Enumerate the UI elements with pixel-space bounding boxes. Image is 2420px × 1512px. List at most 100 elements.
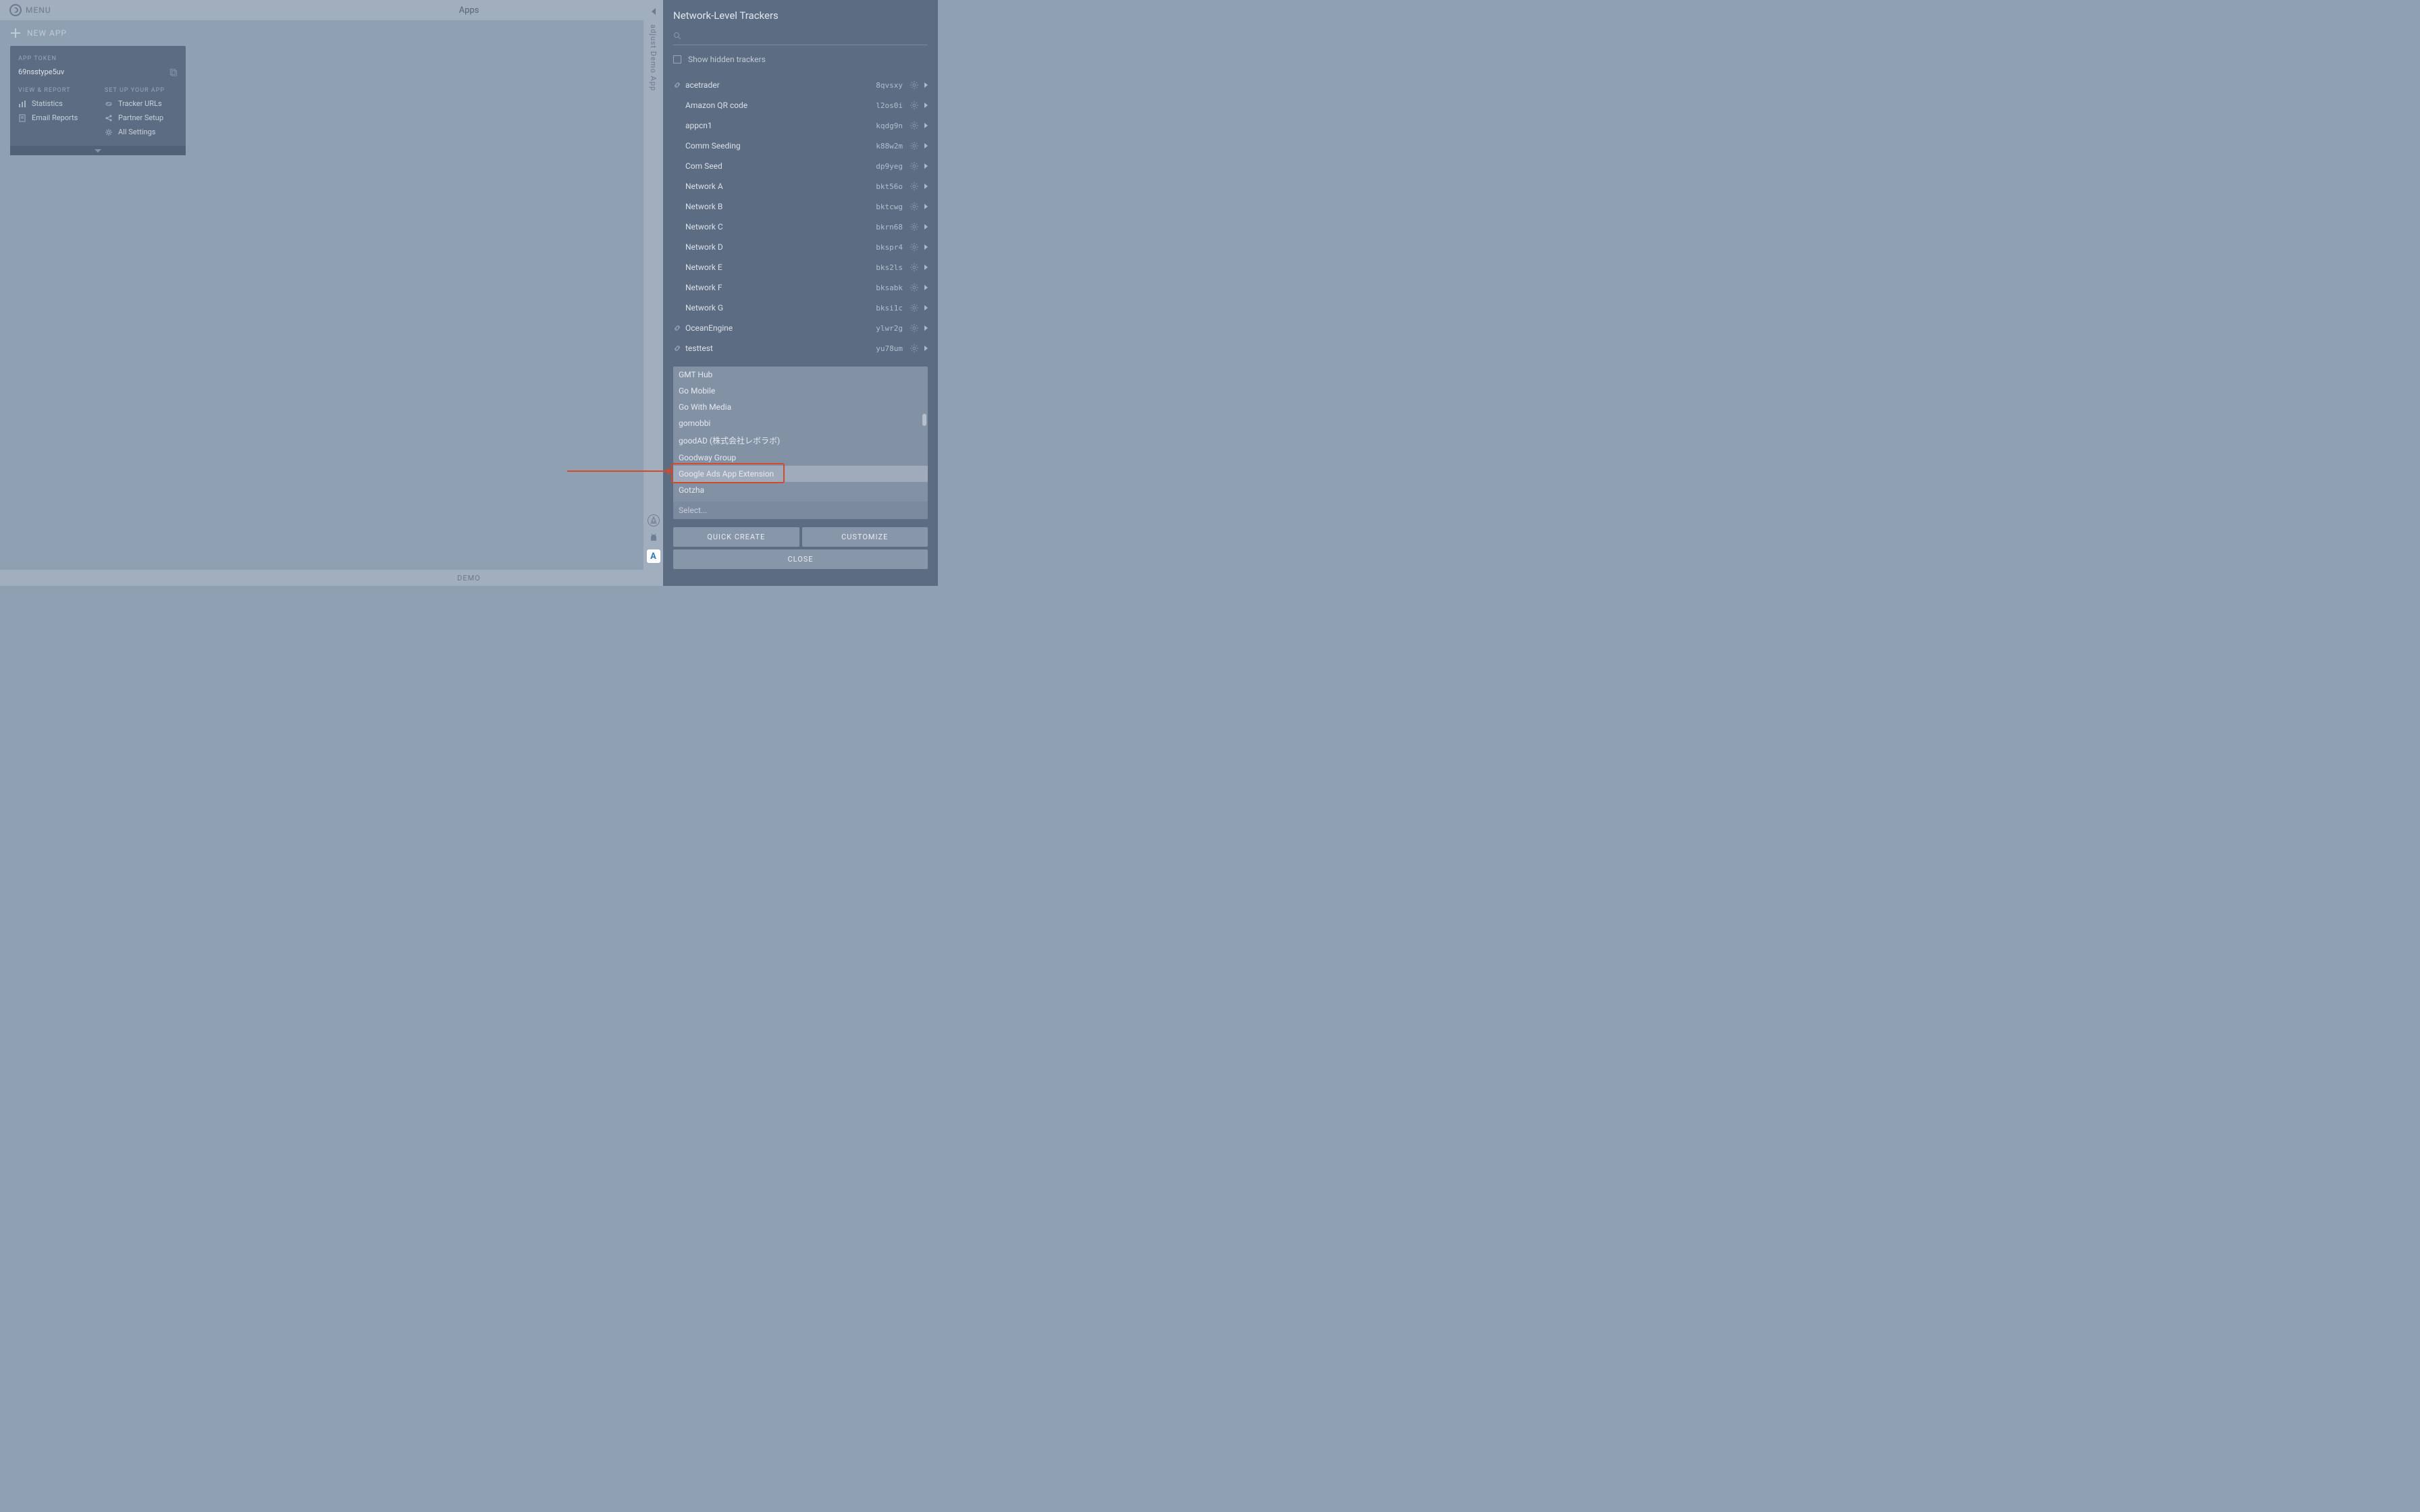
caret-right-icon[interactable]	[924, 82, 928, 88]
tracker-row[interactable]: Network Dbkspr4	[673, 237, 928, 257]
dropdown-item[interactable]: Go Mobile	[673, 383, 928, 399]
dropdown-item[interactable]: gomobbi	[673, 415, 928, 431]
gear-icon[interactable]	[910, 242, 919, 252]
caret-right-icon[interactable]	[924, 346, 928, 351]
link-icon	[673, 344, 681, 352]
caret-right-icon[interactable]	[924, 163, 928, 169]
caret-right-icon[interactable]	[924, 103, 928, 108]
android-icon[interactable]	[649, 533, 658, 543]
dropdown-list[interactable]: GMT HubGo MobileGo With Mediagomobbigood…	[673, 367, 928, 502]
gear-icon[interactable]	[910, 323, 919, 333]
dropdown-item[interactable]: Go With Media	[673, 399, 928, 415]
search-input[interactable]	[685, 31, 928, 40]
app-card: APP TOKEN 69nsstype5uv VIEW & REPORT Sta…	[10, 46, 186, 155]
caret-right-icon[interactable]	[924, 285, 928, 290]
tracker-name: OceanEngine	[685, 323, 876, 333]
tracker-row[interactable]: Network Bbktcwg	[673, 196, 928, 217]
gear-icon[interactable]	[910, 202, 919, 211]
tracker-row[interactable]: Comm Seedingk88w2m	[673, 136, 928, 156]
logo-icon	[9, 4, 22, 16]
show-hidden-checkbox[interactable]: Show hidden trackers	[673, 55, 928, 64]
dropdown-item[interactable]: GMT Hub	[673, 367, 928, 383]
dropdown-item[interactable]: Google Ads App Extension	[673, 466, 928, 482]
gear-icon[interactable]	[910, 80, 919, 90]
tracker-row[interactable]: Network Fbksabk	[673, 277, 928, 298]
tracker-row[interactable]: Network Gbksi1c	[673, 298, 928, 318]
caret-right-icon[interactable]	[924, 123, 928, 128]
tracker-name: Network B	[685, 202, 876, 211]
tracker-row[interactable]: acetrader8qvsxy	[673, 75, 928, 95]
gear-icon[interactable]	[910, 141, 919, 151]
card-expand-toggle[interactable]	[10, 146, 186, 155]
gear-icon[interactable]	[910, 182, 919, 191]
customize-button[interactable]: CUSTOMIZE	[802, 527, 928, 547]
partner-setup-link[interactable]: Partner Setup	[105, 111, 178, 125]
collapse-tab[interactable]: adjust Demo App A	[643, 0, 663, 570]
gear-icon[interactable]	[910, 121, 919, 130]
tracker-row[interactable]: Network Ebks2ls	[673, 257, 928, 277]
collapse-tab-label: adjust Demo App	[649, 24, 658, 91]
tracker-name: Network F	[685, 283, 876, 292]
caret-right-icon[interactable]	[924, 204, 928, 209]
gear-icon[interactable]	[910, 263, 919, 272]
tracker-row[interactable]: Com Seeddp9yeg	[673, 156, 928, 176]
tracker-urls-label: Tracker URLs	[118, 99, 162, 108]
new-app-button[interactable]: NEW APP	[0, 20, 643, 46]
statistics-link[interactable]: Statistics	[18, 97, 91, 111]
setup-label: SET UP YOUR APP	[105, 84, 178, 97]
gear-icon[interactable]	[910, 222, 919, 232]
caret-right-icon[interactable]	[924, 224, 928, 230]
tracker-name: Network D	[685, 242, 876, 252]
tracker-name: acetrader	[685, 80, 876, 90]
gear-icon[interactable]	[910, 303, 919, 313]
network-dropdown[interactable]: GMT HubGo MobileGo With Mediagomobbigood…	[673, 367, 928, 519]
gear-icon[interactable]	[910, 161, 919, 171]
tracker-name: testtest	[685, 344, 876, 353]
caret-right-icon[interactable]	[924, 244, 928, 250]
partner-setup-label: Partner Setup	[118, 113, 163, 122]
caret-right-icon[interactable]	[924, 143, 928, 148]
dropdown-select-placeholder[interactable]: Select...	[673, 502, 928, 519]
dropdown-item[interactable]: Gotzha	[673, 482, 928, 498]
search-field[interactable]	[673, 28, 928, 45]
tracker-row[interactable]: Network Abkt56o	[673, 176, 928, 196]
caret-right-icon[interactable]	[924, 184, 928, 189]
dropdown-item[interactable]: goodAD (株式会社レボラボ)	[673, 431, 928, 450]
tracker-name: Com Seed	[685, 161, 876, 171]
share-icon	[105, 114, 113, 122]
menu-button[interactable]: MENU	[9, 4, 51, 16]
tracker-row[interactable]: OceanEngineylwr2g	[673, 318, 928, 338]
tracker-name: Amazon QR code	[685, 101, 876, 110]
caret-right-icon[interactable]	[924, 305, 928, 310]
tracker-row[interactable]: Amazon QR codel2os0i	[673, 95, 928, 115]
new-app-label: NEW APP	[27, 28, 67, 38]
checkbox-icon	[673, 55, 681, 63]
a-badge-icon[interactable]: A	[647, 549, 660, 563]
tracker-urls-link[interactable]: Tracker URLs	[105, 97, 178, 111]
gear-icon[interactable]	[910, 283, 919, 292]
caret-right-icon[interactable]	[924, 265, 928, 270]
tracker-token: bkspr4	[876, 243, 903, 252]
annotation-arrow	[567, 470, 672, 472]
all-settings-link[interactable]: All Settings	[105, 125, 178, 139]
tracker-row[interactable]: Network Cbkrn68	[673, 217, 928, 237]
view-report-label: VIEW & REPORT	[18, 84, 91, 97]
email-reports-link[interactable]: Email Reports	[18, 111, 91, 125]
caret-right-icon[interactable]	[924, 325, 928, 331]
gear-icon[interactable]	[910, 101, 919, 110]
gear-icon[interactable]	[910, 344, 919, 353]
close-button[interactable]: CLOSE	[673, 549, 928, 569]
tracker-name: Network A	[685, 182, 876, 191]
quick-create-button[interactable]: QUICK CREATE	[673, 527, 799, 547]
main-area: NEW APP APP TOKEN 69nsstype5uv VIEW & RE…	[0, 20, 643, 570]
scrollbar-thumb[interactable]	[922, 414, 926, 426]
tracker-token: k88w2m	[876, 142, 903, 151]
tracker-row[interactable]: appcn1kqdg9n	[673, 115, 928, 136]
tracker-name: appcn1	[685, 121, 876, 130]
appstore-icon[interactable]	[648, 514, 660, 526]
tracker-row[interactable]: testtestyu78um	[673, 338, 928, 358]
dropdown-item[interactable]: Goodway Group	[673, 450, 928, 466]
tracker-token: bktcwg	[876, 202, 903, 211]
copy-icon[interactable]	[169, 68, 178, 76]
statistics-label: Statistics	[32, 99, 63, 108]
